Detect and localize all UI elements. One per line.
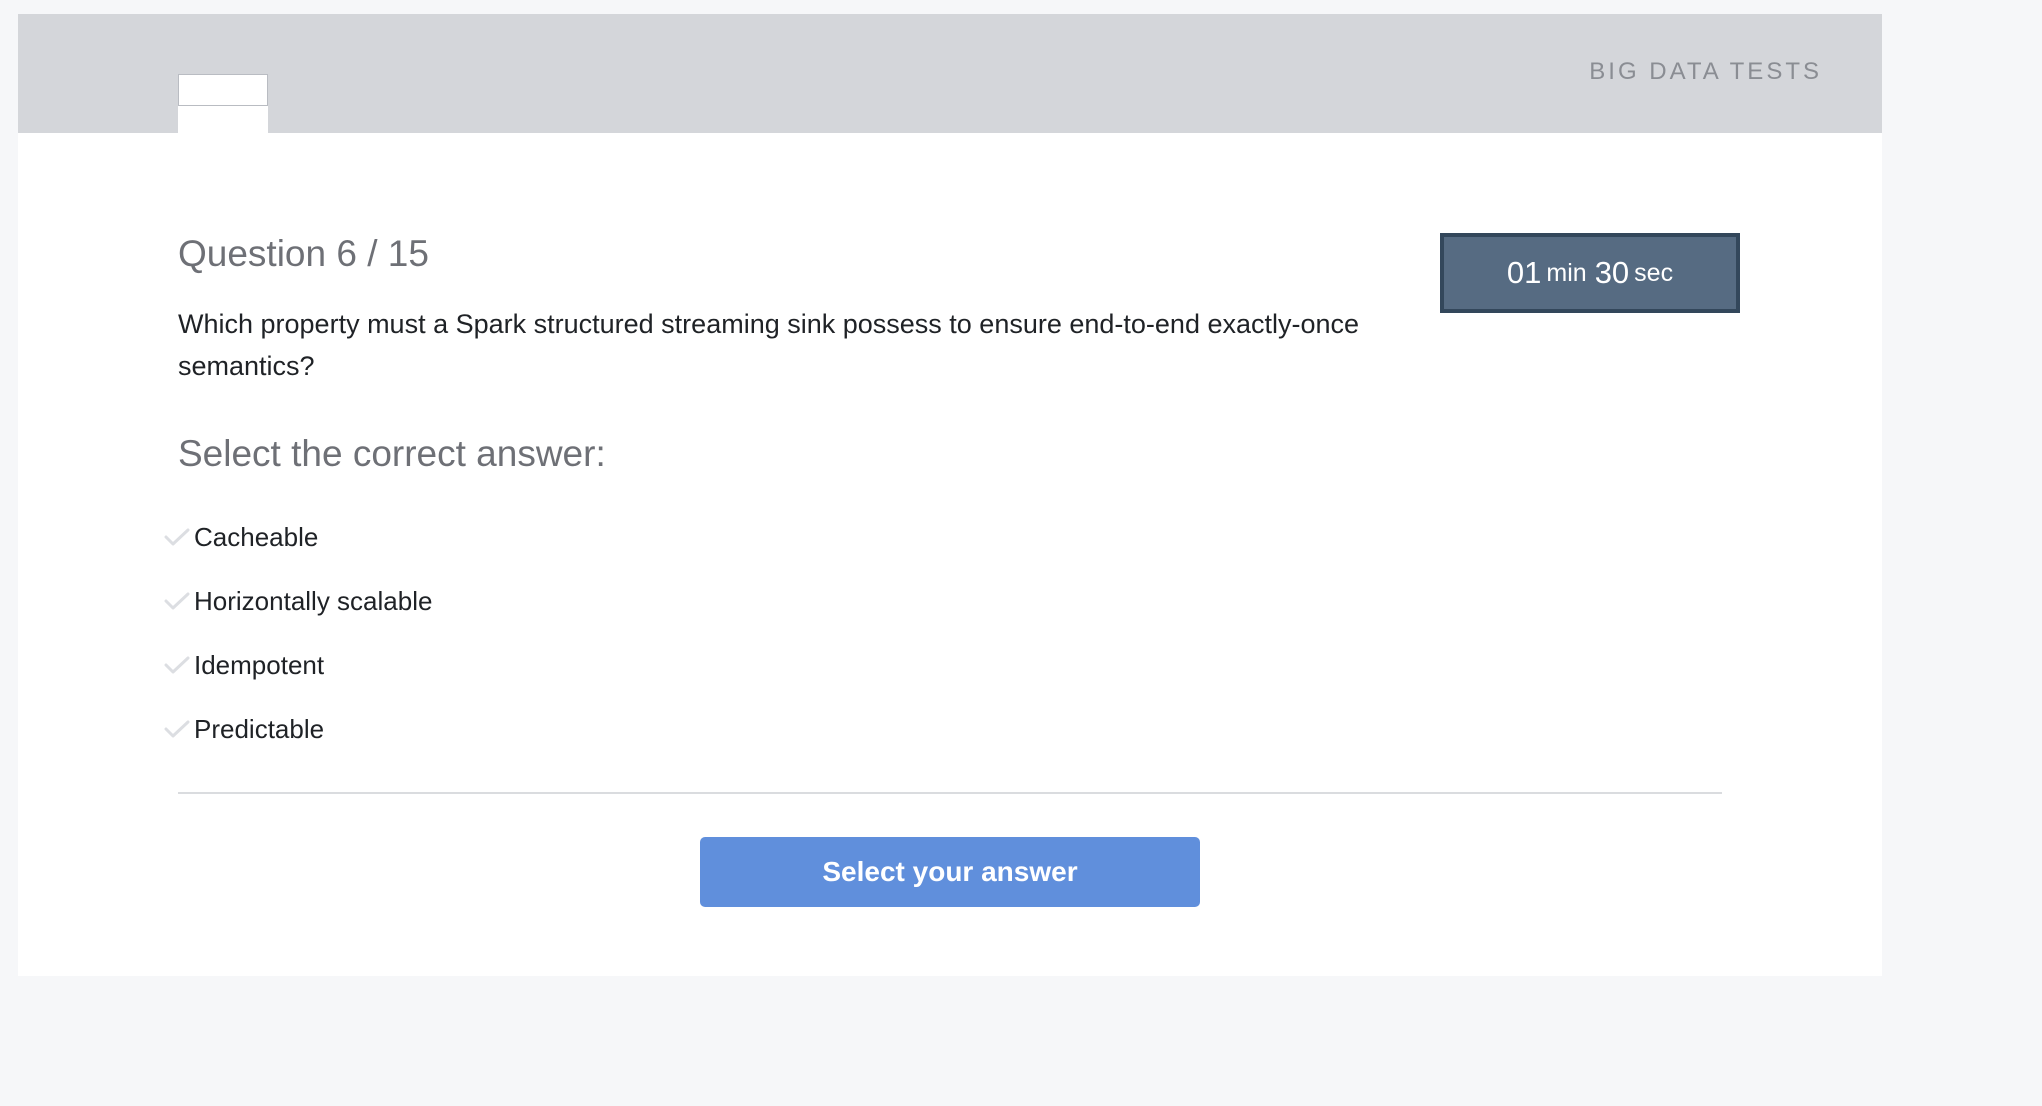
- answer-option-predictable[interactable]: Predictable: [162, 697, 432, 761]
- countdown-timer: 01 min 30 sec: [1440, 233, 1740, 313]
- answer-list: Cacheable Horizontally scalable Idempote…: [162, 505, 432, 761]
- answer-label: Idempotent: [194, 649, 325, 680]
- header-tab: [178, 106, 268, 133]
- check-icon: [162, 522, 192, 552]
- check-icon: [162, 650, 192, 680]
- check-icon: [162, 586, 192, 616]
- question-counter: Question 6 / 15: [178, 233, 429, 274]
- answer-prompt: Select the correct answer:: [178, 433, 606, 474]
- timer-minutes-unit: min: [1546, 258, 1587, 287]
- timer-seconds: 30: [1594, 255, 1630, 290]
- submit-answer-button[interactable]: Select your answer: [700, 837, 1200, 907]
- answer-option-horizontally-scalable[interactable]: Horizontally scalable: [162, 569, 432, 633]
- divider: [178, 792, 1722, 794]
- answer-label: Cacheable: [194, 521, 319, 552]
- answer-label: Predictable: [194, 713, 325, 744]
- quiz-card: BIG DATA TESTS Question 6 / 15 01 min 30…: [18, 14, 1882, 976]
- timer-seconds-unit: sec: [1634, 258, 1674, 287]
- brand-title: BIG DATA TESTS: [1589, 58, 1822, 85]
- check-icon: [162, 714, 192, 744]
- logo-placeholder: [178, 74, 268, 106]
- timer-minutes: 01: [1506, 255, 1542, 290]
- question-text: Which property must a Spark structured s…: [178, 309, 1360, 381]
- header-bar: BIG DATA TESTS: [18, 14, 1882, 133]
- answer-option-cacheable[interactable]: Cacheable: [162, 505, 432, 569]
- answer-label: Horizontally scalable: [194, 585, 433, 616]
- answer-option-idempotent[interactable]: Idempotent: [162, 633, 432, 697]
